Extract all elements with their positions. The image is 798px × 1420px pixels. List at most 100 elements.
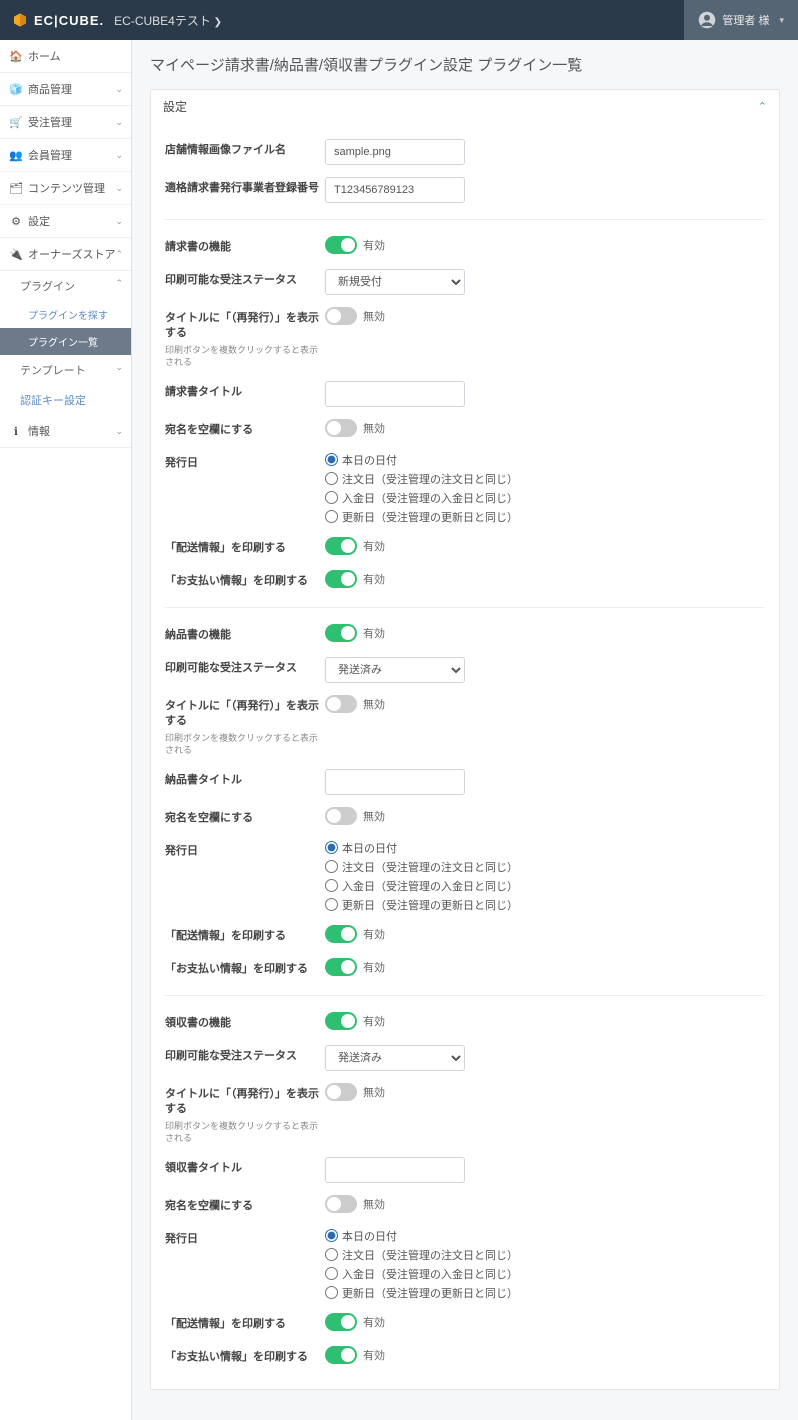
row-receipt-payment: 「お支払い情報」を印刷する 有効 — [165, 1340, 765, 1373]
label: 「配送情報」を印刷する — [165, 1313, 325, 1332]
row-receipt-blank-addressee: 宛名を空欄にする 無効 — [165, 1189, 765, 1222]
radio-order[interactable]: 注文日（受注管理の注文日と同じ） — [325, 471, 765, 487]
sub-label: 印刷ボタンを複数クリックすると表示される — [165, 732, 325, 757]
delivery-status-select[interactable]: 発送済み — [325, 657, 465, 683]
logo-area: EC|CUBE. EC-CUBE4テスト — [12, 12, 222, 29]
sidebar-sub-plugin[interactable]: プラグイン⌃ — [0, 271, 131, 301]
toggle-state: 無効 — [363, 696, 385, 712]
row-delivery-blank-addressee: 宛名を空欄にする 無効 — [165, 801, 765, 834]
invoice-payment-toggle[interactable]: 有効 — [325, 570, 385, 588]
sidebar-item-home[interactable]: 🏠ホーム — [0, 40, 131, 73]
chevron-down-icon: ⌄ — [115, 216, 123, 227]
sidebar-item-label: 会員管理 — [28, 147, 72, 163]
delivery-payment-toggle[interactable]: 有効 — [325, 958, 385, 976]
sidebar: 🏠ホーム 🧊商品管理⌄ 🛒受注管理⌄ 👥会員管理⌄ 🗂コンテンツ管理⌄ ⚙設定⌄… — [0, 40, 132, 1420]
sidebar-item-products[interactable]: 🧊商品管理⌄ — [0, 73, 131, 106]
label: 領収書タイトル — [165, 1157, 325, 1176]
chevron-down-icon: ⌄ — [115, 84, 123, 95]
shop-name-link[interactable]: EC-CUBE4テスト — [114, 12, 222, 29]
toggle-state: 無効 — [363, 808, 385, 824]
invoice-reg-input[interactable] — [325, 177, 465, 203]
cart-icon: 🛒 — [10, 116, 22, 129]
receipt-status-select[interactable]: 発送済み — [325, 1045, 465, 1071]
user-menu[interactable]: 管理者 様 ▾ — [684, 0, 798, 40]
receipt-blank-toggle[interactable]: 無効 — [325, 1195, 385, 1213]
main-content: マイページ請求書/納品書/領収書プラグイン設定 プラグイン一覧 設定 ⌃ 店舗情… — [132, 40, 798, 1420]
radio-payment[interactable]: 入金日（受注管理の入金日と同じ） — [325, 1266, 765, 1282]
receipt-payment-toggle[interactable]: 有効 — [325, 1346, 385, 1364]
divider — [165, 219, 765, 220]
delivery-blank-toggle[interactable]: 無効 — [325, 807, 385, 825]
toggle-state: 無効 — [363, 308, 385, 324]
delivery-title-input[interactable] — [325, 769, 465, 795]
row-invoice-shipping: 「配送情報」を印刷する 有効 — [165, 531, 765, 564]
delivery-toggle[interactable]: 有効 — [325, 624, 385, 642]
row-invoice-title: 請求書タイトル — [165, 375, 765, 413]
sidebar-sub2-search-plugin[interactable]: プラグインを探す — [0, 301, 131, 328]
radio-payment[interactable]: 入金日（受注管理の入金日と同じ） — [325, 490, 765, 506]
invoice-toggle[interactable]: 有効 — [325, 236, 385, 254]
toggle-state: 有効 — [363, 959, 385, 975]
invoice-status-select[interactable]: 新規受付 — [325, 269, 465, 295]
row-receipt-shipping: 「配送情報」を印刷する 有効 — [165, 1307, 765, 1340]
delivery-reissue-toggle[interactable]: 無効 — [325, 695, 385, 713]
invoice-title-input[interactable] — [325, 381, 465, 407]
logo-text: EC|CUBE. — [34, 13, 104, 28]
sidebar-item-owners-store[interactable]: 🔌オーナーズストア⌃ — [0, 238, 131, 271]
row-delivery-payment: 「お支払い情報」を印刷する 有効 — [165, 952, 765, 985]
radio-order[interactable]: 注文日（受注管理の注文日と同じ） — [325, 859, 765, 875]
chevron-down-icon: ⌄ — [115, 150, 123, 161]
receipt-title-input[interactable] — [325, 1157, 465, 1183]
label: 発行日 — [165, 1228, 325, 1247]
label: 「配送情報」を印刷する — [165, 537, 325, 556]
sidebar-sub-auth-key[interactable]: 認証キー設定 — [0, 385, 131, 415]
card-header[interactable]: 設定 ⌃ — [151, 90, 779, 123]
label: 宛名を空欄にする — [165, 419, 325, 438]
sidebar-item-label: 商品管理 — [28, 81, 72, 97]
radio-update[interactable]: 更新日（受注管理の更新日と同じ） — [325, 509, 765, 525]
sidebar-item-label: プラグイン — [20, 281, 75, 293]
receipt-reissue-toggle[interactable]: 無効 — [325, 1083, 385, 1101]
invoice-reissue-toggle[interactable]: 無効 — [325, 307, 385, 325]
sidebar-item-info[interactable]: ℹ情報⌄ — [0, 415, 131, 448]
row-receipt-title: 領収書タイトル — [165, 1151, 765, 1189]
radio-today[interactable]: 本日の日付 — [325, 1228, 765, 1244]
label: タイトルに「（再発行）」を表示する印刷ボタンを複数クリックすると表示される — [165, 307, 325, 369]
radio-today[interactable]: 本日の日付 — [325, 840, 765, 856]
radio-update[interactable]: 更新日（受注管理の更新日と同じ） — [325, 897, 765, 913]
radio-today[interactable]: 本日の日付 — [325, 452, 765, 468]
delivery-shipping-toggle[interactable]: 有効 — [325, 925, 385, 943]
receipt-shipping-toggle[interactable]: 有効 — [325, 1313, 385, 1331]
radio-payment[interactable]: 入金日（受注管理の入金日と同じ） — [325, 878, 765, 894]
invoice-shipping-toggle[interactable]: 有効 — [325, 537, 385, 555]
sidebar-item-label: オーナーズストア — [28, 246, 115, 262]
shop-image-input[interactable] — [325, 139, 465, 165]
gear-icon: ⚙ — [10, 215, 22, 228]
sidebar-sub-template[interactable]: テンプレート⌄ — [0, 355, 131, 385]
users-icon: 👥 — [10, 149, 22, 162]
toggle-state: 有効 — [363, 237, 385, 253]
receipt-toggle[interactable]: 有効 — [325, 1012, 385, 1030]
row-receipt-reissue: タイトルに「（再発行）」を表示する印刷ボタンを複数クリックすると表示される 無効 — [165, 1077, 765, 1151]
radio-order[interactable]: 注文日（受注管理の注文日と同じ） — [325, 1247, 765, 1263]
sidebar-item-content[interactable]: 🗂コンテンツ管理⌄ — [0, 172, 131, 205]
label: 発行日 — [165, 452, 325, 471]
sidebar-item-customers[interactable]: 👥 会員管理 ⌄ — [0, 139, 131, 172]
card-title: 設定 — [163, 98, 187, 115]
invoice-blank-toggle[interactable]: 無効 — [325, 419, 385, 437]
label: 宛名を空欄にする — [165, 807, 325, 826]
label: 「お支払い情報」を印刷する — [165, 570, 325, 589]
plug-icon: 🔌 — [10, 248, 22, 261]
sidebar-item-label: コンテンツ管理 — [28, 180, 105, 196]
logo[interactable]: EC|CUBE. — [12, 12, 104, 28]
sidebar-item-settings[interactable]: ⚙ 設定 ⌄ — [0, 205, 131, 238]
radio-update[interactable]: 更新日（受注管理の更新日と同じ） — [325, 1285, 765, 1301]
sidebar-sub2-plugin-list[interactable]: プラグイン一覧 — [0, 328, 131, 355]
sidebar-item-label: 設定 — [28, 213, 50, 229]
sidebar-item-orders[interactable]: 🛒受注管理⌄ — [0, 106, 131, 139]
row-delivery-shipping: 「配送情報」を印刷する 有効 — [165, 919, 765, 952]
label: 「配送情報」を印刷する — [165, 925, 325, 944]
label: 「お支払い情報」を印刷する — [165, 1346, 325, 1365]
sidebar-item-label: 情報 — [28, 423, 50, 439]
avatar-icon — [698, 11, 716, 29]
